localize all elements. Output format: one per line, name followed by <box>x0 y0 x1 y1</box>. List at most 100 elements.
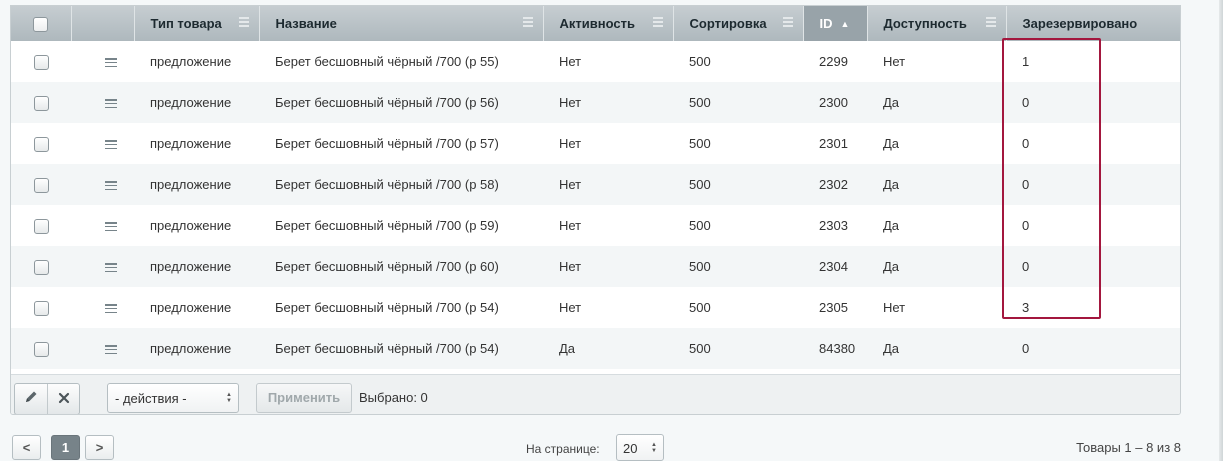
cell-id: 2300 <box>803 82 867 123</box>
row-checkbox[interactable] <box>33 177 49 193</box>
cell-sort: 500 <box>673 246 803 287</box>
cell-availability: Да <box>867 164 1006 205</box>
cell-type: предложение <box>150 54 232 69</box>
column-header-availability[interactable]: Доступность <box>867 6 1007 41</box>
row-checkbox[interactable] <box>33 341 49 357</box>
column-header-sort[interactable]: Сортировка <box>673 6 804 41</box>
selected-count: Выбрано: 0 <box>359 390 428 405</box>
row-menu-icon[interactable] <box>104 181 117 191</box>
cell-reserved: 0 <box>1006 328 1180 369</box>
cell-name: Берет бесшовный чёрный /700 (р 54) <box>259 328 543 369</box>
cell-sort: 500 <box>689 136 711 151</box>
column-menu-icon[interactable] <box>652 17 663 27</box>
cell-id: 2301 <box>819 136 848 151</box>
row-menu-icon[interactable] <box>104 140 117 150</box>
row-menu-icon[interactable] <box>104 345 117 355</box>
column-header-actions <box>71 6 135 41</box>
total-count: Товары 1 – 8 из 8 <box>1076 440 1181 455</box>
column-menu-icon[interactable] <box>985 17 996 27</box>
cell-reserved: 1 <box>1022 54 1030 69</box>
cell-activity: Нет <box>543 82 673 123</box>
column-header-name-label: Название <box>275 16 337 31</box>
cell-type: предложение <box>150 218 232 233</box>
per-page-value: 20 <box>623 441 638 456</box>
column-header-name[interactable]: Название <box>259 6 544 41</box>
next-page-button[interactable]: > <box>85 435 114 460</box>
table-row[interactable]: предложение Берет бесшовный чёрный /700 … <box>11 82 1180 123</box>
pencil-icon <box>24 390 38 408</box>
cell-name: Берет бесшовный чёрный /700 (р 57) <box>275 136 499 151</box>
per-page-select[interactable]: 20 ▲ ▼ <box>616 434 664 461</box>
row-checkbox[interactable] <box>33 259 49 275</box>
cell-type: предложение <box>134 328 259 369</box>
per-page-label: На странице: <box>526 442 600 456</box>
column-header-reserved-label: Зарезервировано <box>1022 16 1138 31</box>
cell-name: Берет бесшовный чёрный /700 (р 58) <box>259 164 543 205</box>
column-header-id-label: ID <box>819 16 833 31</box>
cell-reserved: 0 <box>1006 246 1180 287</box>
select-arrows-icon: ▲ ▼ <box>226 392 232 404</box>
table-row[interactable]: предложение Берет бесшовный чёрный /700 … <box>11 328 1180 369</box>
cell-activity: Нет <box>559 300 582 315</box>
table-row[interactable]: предложение Берет бесшовный чёрный /700 … <box>11 205 1180 246</box>
cell-id: 84380 <box>803 328 867 369</box>
table-row[interactable]: предложение Берет бесшовный чёрный /700 … <box>11 123 1180 164</box>
cell-availability: Да <box>867 246 1006 287</box>
table-row[interactable]: предложение Берет бесшовный чёрный /700 … <box>11 287 1180 328</box>
row-menu-icon[interactable] <box>104 263 117 273</box>
cell-id: 2299 <box>819 54 848 69</box>
actions-select[interactable]: - действия - ▲ ▼ <box>107 383 239 413</box>
current-page-button[interactable]: 1 <box>51 435 80 460</box>
cell-reserved: 0 <box>1022 136 1030 151</box>
cell-type: предложение <box>150 300 232 315</box>
select-all-checkbox[interactable] <box>33 16 49 32</box>
column-header-availability-label: Доступность <box>883 16 967 31</box>
cell-name: Берет бесшовный чёрный /700 (р 56) <box>259 82 543 123</box>
row-menu-icon[interactable] <box>104 99 117 109</box>
table-row[interactable]: предложение Берет бесшовный чёрный /700 … <box>11 164 1180 205</box>
row-checkbox[interactable] <box>33 54 49 70</box>
column-menu-icon[interactable] <box>238 17 249 27</box>
column-header-type-label: Тип товара <box>150 16 222 31</box>
column-header-reserved[interactable]: Зарезервировано <box>1006 6 1180 41</box>
cell-reserved: 0 <box>1006 164 1180 205</box>
cell-activity: Нет <box>559 54 582 69</box>
table-row[interactable]: предложение Берет бесшовный чёрный /700 … <box>11 41 1180 82</box>
cell-name: Берет бесшовный чёрный /700 (р 55) <box>275 54 499 69</box>
cell-availability: Нет <box>883 54 906 69</box>
cell-activity: Да <box>543 328 673 369</box>
cell-reserved: 0 <box>1022 218 1030 233</box>
cell-sort: 500 <box>689 300 711 315</box>
row-checkbox[interactable] <box>33 136 49 152</box>
cell-type: предложение <box>134 82 259 123</box>
delete-button[interactable] <box>47 384 79 414</box>
column-menu-icon[interactable] <box>522 17 533 27</box>
column-header-type[interactable]: Тип товара <box>134 6 260 41</box>
edit-button[interactable] <box>15 384 47 414</box>
cell-sort: 500 <box>673 164 803 205</box>
table-header-row: Тип товара Название Активность Сортировк… <box>11 6 1180 41</box>
row-menu-icon[interactable] <box>104 222 117 232</box>
row-menu-icon[interactable] <box>104 304 117 314</box>
row-checkbox[interactable] <box>33 300 49 316</box>
cell-id: 2302 <box>803 164 867 205</box>
row-checkbox[interactable] <box>33 218 49 234</box>
cell-type: предложение <box>134 164 259 205</box>
column-header-activity-label: Активность <box>559 16 635 31</box>
prev-page-button[interactable]: < <box>12 435 41 460</box>
sort-asc-icon: ▲ <box>840 19 850 29</box>
group-actions-buttons <box>14 383 80 414</box>
pagination: < 1 > <box>12 435 114 460</box>
cell-activity: Нет <box>543 246 673 287</box>
column-header-activity[interactable]: Активность <box>543 6 674 41</box>
row-menu-icon[interactable] <box>104 58 117 68</box>
table-row[interactable]: предложение Берет бесшовный чёрный /700 … <box>11 246 1180 287</box>
column-menu-icon[interactable] <box>782 17 793 27</box>
cell-availability: Да <box>867 82 1006 123</box>
row-checkbox[interactable] <box>33 95 49 111</box>
cell-activity: Нет <box>559 136 582 151</box>
column-header-id[interactable]: ID ▲ <box>803 6 868 41</box>
actions-select-value: - действия - <box>115 391 187 406</box>
apply-button[interactable]: Применить <box>256 383 352 413</box>
close-icon <box>58 391 70 408</box>
